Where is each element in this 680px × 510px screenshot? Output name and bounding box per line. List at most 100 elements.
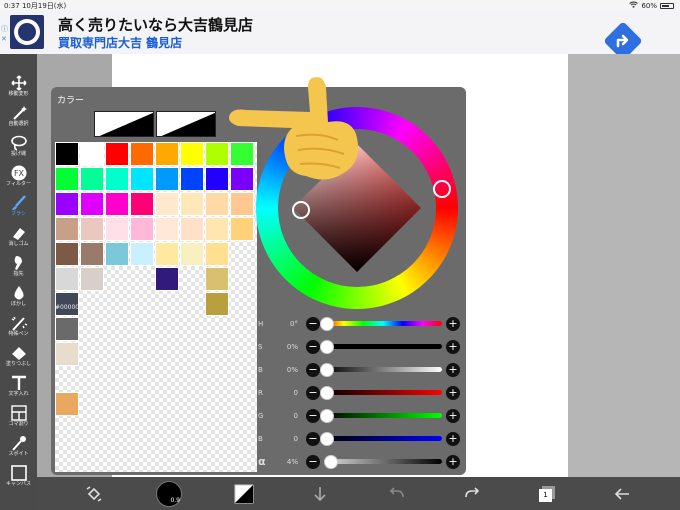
ad-banner[interactable]: ⓘ ✕ 高く売りたいなら大吉鶴見店 買取専門店大吉 鶴見店 — [0, 10, 680, 61]
palette-swatch[interactable] — [55, 392, 79, 416]
slider-track[interactable] — [324, 390, 442, 395]
palette-swatch[interactable] — [55, 142, 79, 166]
palette-swatch[interactable] — [180, 167, 204, 191]
slider-thumb[interactable] — [320, 340, 334, 354]
palette-swatch[interactable] — [80, 242, 104, 266]
close-icon[interactable]: ✕ — [1, 34, 8, 44]
palette-swatch[interactable] — [180, 192, 204, 216]
palette-swatch[interactable] — [155, 142, 179, 166]
palette-swatch[interactable] — [205, 242, 229, 266]
tool-filter[interactable]: FX フィルター — [0, 162, 37, 192]
tool-lasso[interactable]: 投げ縄 — [0, 132, 37, 162]
palette-swatch[interactable] — [105, 167, 129, 191]
tool-canvas[interactable]: キャンバス — [0, 462, 37, 492]
slider-track[interactable] — [324, 367, 442, 372]
palette-swatch[interactable] — [80, 267, 104, 291]
palette-swatch[interactable] — [180, 142, 204, 166]
slider-thumb[interactable] — [324, 455, 339, 469]
foreground-color-swatch[interactable] — [94, 111, 154, 137]
tool-eyedropper[interactable]: スポイト — [0, 432, 37, 462]
download-button[interactable] — [305, 477, 335, 510]
decrement-button[interactable]: − — [306, 340, 320, 354]
back-button[interactable] — [607, 477, 637, 510]
palette-swatch[interactable] — [205, 267, 229, 291]
increment-button[interactable]: + — [446, 409, 460, 423]
redo-button[interactable] — [457, 477, 487, 510]
palette-swatch[interactable] — [155, 242, 179, 266]
palette-swatch[interactable] — [180, 242, 204, 266]
palette-swatch[interactable] — [80, 142, 104, 166]
slider-thumb[interactable] — [320, 386, 334, 400]
decrement-button[interactable]: − — [306, 386, 320, 400]
palette-swatch[interactable] — [130, 192, 154, 216]
tool-blur[interactable]: ぼかし — [0, 282, 37, 312]
tool-frame-divide[interactable]: コマ割り — [0, 402, 37, 432]
palette-swatch[interactable] — [130, 242, 154, 266]
slider-track[interactable] — [324, 321, 442, 326]
increment-button[interactable]: + — [446, 340, 460, 354]
slider-track[interactable] — [324, 413, 442, 418]
decrement-button[interactable]: − — [306, 363, 320, 377]
palette-swatch[interactable] — [155, 192, 179, 216]
tool-fill[interactable]: 塗りつぶし — [0, 342, 37, 372]
palette-swatch[interactable] — [230, 217, 254, 241]
palette-swatch[interactable] — [130, 167, 154, 191]
palette-swatch[interactable] — [205, 217, 229, 241]
palette-swatch[interactable] — [105, 142, 129, 166]
palette-swatch[interactable] — [155, 217, 179, 241]
color-toggle-button[interactable] — [229, 477, 259, 510]
palette-swatch[interactable] — [55, 317, 79, 341]
tool-eraser[interactable]: 消しゴム — [0, 222, 37, 252]
palette-swatch[interactable] — [130, 217, 154, 241]
layers-button[interactable]: 1 — [532, 477, 562, 510]
hue-handle[interactable] — [433, 180, 451, 198]
slider-thumb[interactable] — [320, 363, 334, 377]
tool-auto-select[interactable]: 自動選択 — [0, 102, 37, 132]
slider-thumb[interactable] — [320, 432, 334, 446]
palette-swatch[interactable] — [180, 217, 204, 241]
palette-swatch[interactable] — [155, 267, 179, 291]
palette-swatch[interactable] — [80, 167, 104, 191]
palette-swatch[interactable] — [105, 192, 129, 216]
palette-swatch[interactable] — [80, 217, 104, 241]
palette-swatch[interactable] — [55, 217, 79, 241]
tool-text[interactable]: 文字入れ — [0, 372, 37, 402]
decrement-button[interactable]: − — [306, 317, 320, 331]
increment-button[interactable]: + — [446, 455, 460, 469]
slider-track[interactable] — [324, 436, 442, 441]
palette-swatch[interactable] — [55, 342, 79, 366]
quick-menu-button[interactable] — [79, 477, 109, 510]
palette-swatch[interactable] — [55, 242, 79, 266]
info-icon[interactable]: ⓘ — [1, 24, 8, 34]
palette-swatch[interactable] — [230, 192, 254, 216]
slider-thumb[interactable] — [320, 409, 334, 423]
palette-swatch[interactable] — [55, 167, 79, 191]
palette-swatch[interactable] — [55, 267, 79, 291]
decrement-button[interactable]: − — [306, 455, 320, 469]
brush-size-button[interactable]: 0.9 — [154, 477, 184, 510]
tool-move[interactable]: 移動変形 — [0, 72, 37, 102]
increment-button[interactable]: + — [446, 363, 460, 377]
slider-track[interactable] — [324, 459, 442, 464]
palette-swatch[interactable] — [205, 292, 229, 316]
increment-button[interactable]: + — [446, 386, 460, 400]
tool-finger[interactable]: 指先 — [0, 252, 37, 282]
background-color-swatch[interactable] — [156, 111, 216, 137]
slider-track[interactable] — [324, 344, 442, 349]
decrement-button[interactable]: − — [306, 409, 320, 423]
palette-swatch[interactable] — [130, 142, 154, 166]
increment-button[interactable]: + — [446, 317, 460, 331]
undo-button[interactable] — [382, 477, 412, 510]
palette-swatch[interactable] — [80, 192, 104, 216]
palette-swatch[interactable] — [205, 192, 229, 216]
saturation-handle[interactable] — [292, 201, 310, 219]
palette-swatch[interactable] — [155, 167, 179, 191]
slider-thumb[interactable] — [320, 317, 334, 331]
palette-swatch[interactable] — [105, 242, 129, 266]
decrement-button[interactable]: − — [306, 432, 320, 446]
increment-button[interactable]: + — [446, 432, 460, 446]
tool-brush[interactable]: ブラシ — [0, 192, 37, 222]
tool-special-pen[interactable]: 特殊ペン — [0, 312, 37, 342]
palette-swatch[interactable] — [105, 217, 129, 241]
palette-swatch[interactable] — [55, 192, 79, 216]
